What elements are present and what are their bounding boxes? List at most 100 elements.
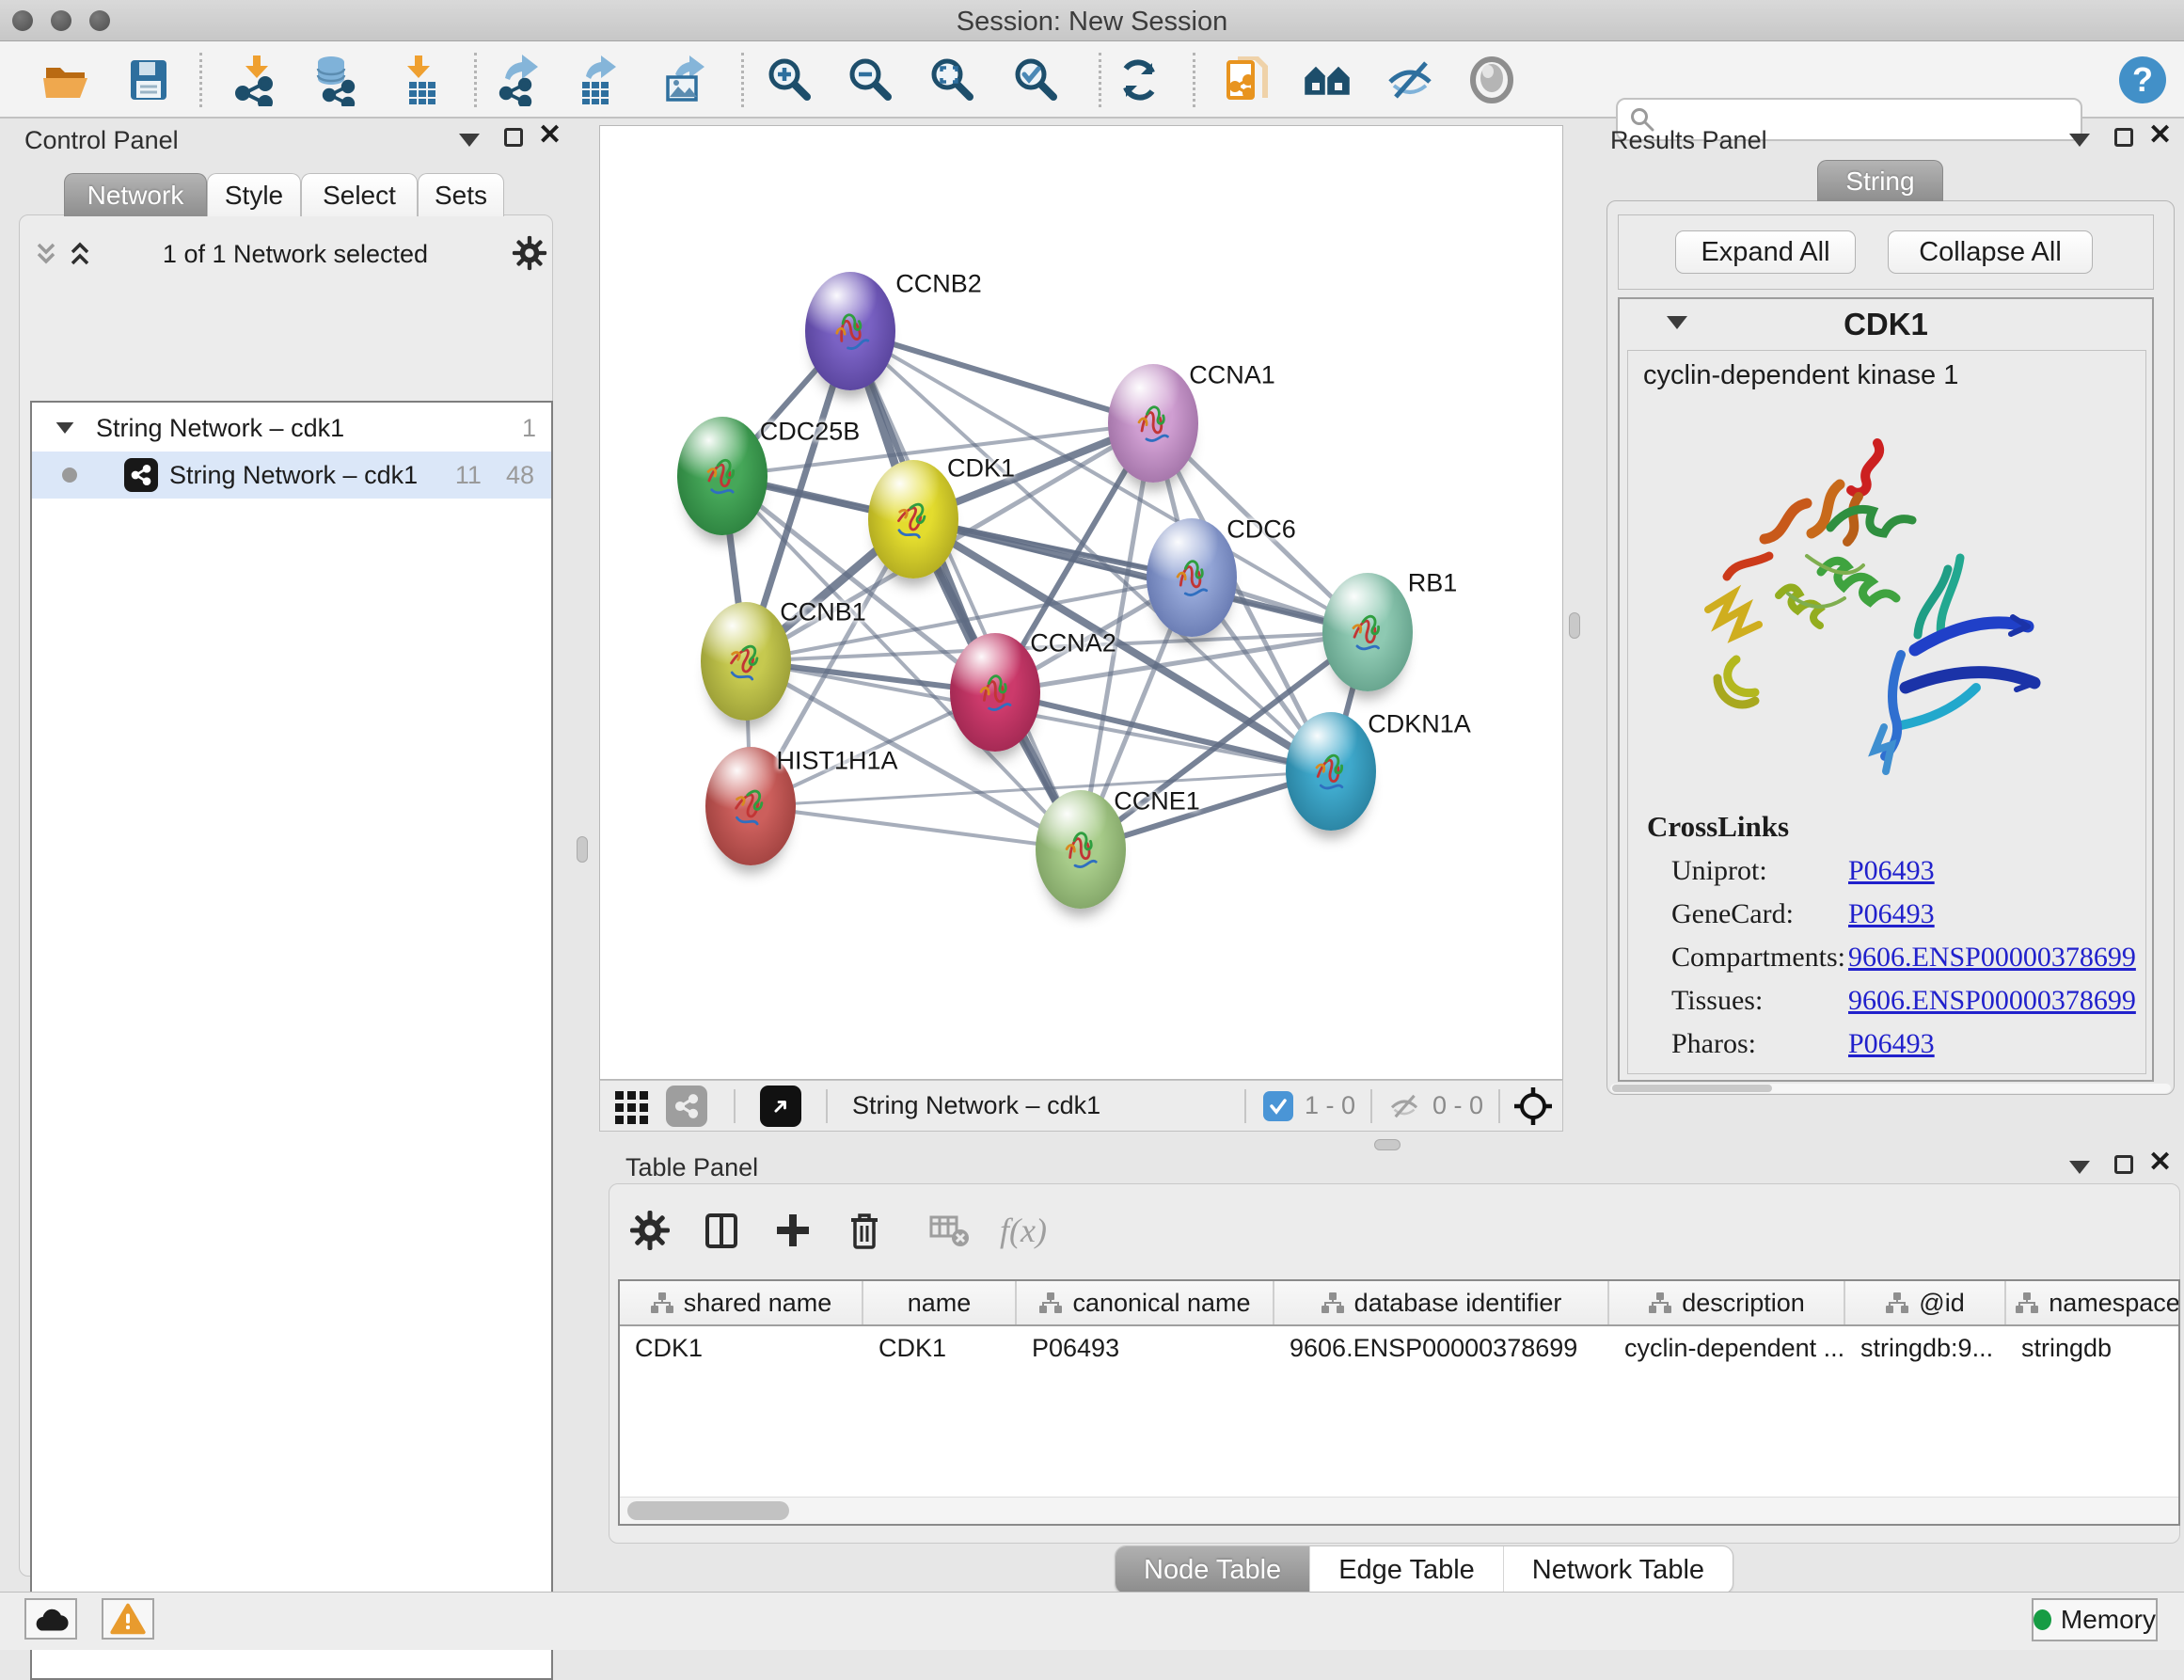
function-builder-button-disabled[interactable]: f(x) — [1000, 1211, 1047, 1250]
export-table-button[interactable] — [569, 50, 629, 110]
network-current-dot-icon — [62, 468, 77, 483]
database-import-icon — [308, 54, 360, 106]
table-cell[interactable]: 9606.ENSP00000378699 — [1274, 1326, 1609, 1370]
crosslink-link[interactable]: P06493 — [1848, 855, 1935, 887]
hide-results-panel-button[interactable] — [1380, 50, 1440, 110]
tab-edge-table[interactable]: Edge Table — [1310, 1546, 1504, 1593]
table-hscrollbar[interactable] — [620, 1497, 2178, 1524]
column-header-namespace[interactable]: namespace — [2006, 1281, 2180, 1324]
tab-string[interactable]: String — [1817, 160, 1943, 201]
table-cell[interactable]: cyclin-dependent ... — [1609, 1326, 1845, 1370]
tab-sets[interactable]: Sets — [418, 173, 504, 216]
tab-select[interactable]: Select — [301, 173, 418, 216]
network-node-CDKN1A[interactable] — [1286, 712, 1376, 831]
grid-view-button[interactable] — [608, 1076, 657, 1136]
network-node-CDC6[interactable] — [1147, 518, 1237, 637]
network-options-button[interactable] — [512, 235, 547, 271]
network-node-RB1[interactable] — [1322, 573, 1413, 691]
left-splitter-handle[interactable] — [577, 836, 588, 863]
zoom-selected-icon — [1010, 54, 1063, 106]
export-image-button[interactable] — [653, 50, 713, 110]
control-panel-close-button[interactable]: ✕ — [538, 126, 562, 145]
network-node-CCNB2[interactable] — [805, 272, 895, 390]
network-node-CCNB1[interactable] — [701, 602, 791, 721]
zoom-in-button[interactable] — [760, 50, 820, 110]
crosslink-link[interactable]: P06493 — [1848, 898, 1935, 930]
table-cell[interactable]: CDK1 — [620, 1326, 863, 1370]
column-header-shared-name[interactable]: shared name — [620, 1281, 863, 1324]
string-home-button[interactable] — [1297, 50, 1357, 110]
crosslink-link[interactable]: 9606.ENSP00000378699 — [1848, 985, 2136, 1017]
zoom-fit-button[interactable] — [923, 50, 983, 110]
table-cell[interactable]: stringdb — [2006, 1326, 2180, 1370]
table-cell[interactable]: CDK1 — [863, 1326, 1017, 1370]
network-node-CCNE1[interactable] — [1036, 790, 1126, 909]
expand-all-button[interactable]: Expand All — [1675, 230, 1856, 274]
network-node-CCNA2[interactable] — [950, 633, 1040, 752]
import-network-from-file-button[interactable] — [226, 50, 286, 110]
zoom-selected-button[interactable] — [1006, 50, 1067, 110]
crosslink-link[interactable]: P06493 — [1848, 1028, 1935, 1060]
zoom-out-button[interactable] — [841, 50, 901, 110]
expand-all-networks-button[interactable] — [66, 241, 94, 267]
results-hscrollbar[interactable] — [1610, 1084, 2171, 1093]
detach-view-button[interactable] — [760, 1086, 801, 1127]
add-column-button[interactable] — [772, 1210, 814, 1251]
delete-table-button-disabled[interactable] — [928, 1212, 970, 1249]
delete-table-icon — [928, 1212, 970, 1249]
tab-node-table[interactable]: Node Table — [1116, 1546, 1310, 1593]
center-view-button[interactable] — [1513, 1086, 1553, 1126]
control-panel-collapse-button[interactable] — [459, 134, 480, 147]
collapse-all-networks-button[interactable] — [32, 241, 60, 267]
import-table-from-file-button[interactable] — [390, 50, 451, 110]
crosslink-link[interactable]: 9606.ENSP00000378699 — [1848, 942, 2136, 974]
selected-checkbox-icon[interactable] — [1263, 1091, 1293, 1121]
column-header--id[interactable]: @id — [1845, 1281, 2006, 1324]
network-node-CDC25B[interactable] — [677, 417, 768, 535]
collection-expand-icon[interactable] — [56, 422, 74, 434]
control-panel-float-button[interactable] — [504, 128, 523, 147]
table-panel-collapse-button[interactable] — [2069, 1161, 2090, 1174]
tab-network-table[interactable]: Network Table — [1504, 1546, 1733, 1593]
network-node-CDK1[interactable] — [868, 460, 958, 578]
table-cell[interactable]: stringdb:9... — [1845, 1326, 2006, 1370]
help-button[interactable]: ? — [2113, 50, 2173, 110]
network-collection-row[interactable]: String Network – cdk1 1 — [32, 404, 551, 452]
column-header-name[interactable]: name — [863, 1281, 1017, 1324]
memory-button[interactable]: Memory — [2032, 1598, 2158, 1641]
crosslink-label: Uniprot: — [1671, 855, 1848, 887]
table-panel-float-button[interactable] — [2114, 1155, 2133, 1174]
table-settings-button[interactable] — [629, 1210, 671, 1251]
column-header-canonical-name[interactable]: canonical name — [1017, 1281, 1274, 1324]
toolbar-separator — [1099, 53, 1101, 107]
import-network-from-database-button[interactable] — [304, 50, 364, 110]
open-session-button[interactable] — [36, 50, 96, 110]
warnings-button[interactable] — [102, 1598, 154, 1640]
network-node-CCNA1[interactable] — [1108, 364, 1198, 483]
results-panel-close-button[interactable]: ✕ — [2148, 126, 2172, 145]
import-string-network-button[interactable] — [1216, 50, 1276, 110]
network-birdseye-button[interactable] — [666, 1086, 707, 1127]
delete-column-button[interactable] — [844, 1210, 885, 1251]
results-panel-collapse-button[interactable] — [2069, 134, 2090, 147]
tab-network[interactable]: Network — [64, 173, 207, 216]
export-network-button[interactable] — [490, 50, 550, 110]
tab-style[interactable]: Style — [207, 173, 301, 216]
show-results-panel-button[interactable] — [1462, 50, 1522, 110]
column-header-description[interactable]: description — [1609, 1281, 1845, 1324]
results-panel-float-button[interactable] — [2114, 128, 2133, 147]
cloud-status-button[interactable] — [24, 1598, 77, 1640]
plus-icon — [772, 1210, 814, 1251]
selected-node-edge-counts: 1 - 0 — [1305, 1091, 1355, 1120]
collapse-all-button[interactable]: Collapse All — [1888, 230, 2093, 274]
table-panel-close-button[interactable]: ✕ — [2148, 1153, 2172, 1172]
table-row[interactable]: CDK1CDK1P064939606.ENSP00000378699cyclin… — [620, 1326, 2178, 1370]
network-row-selected[interactable]: String Network – cdk1 11 48 — [32, 452, 551, 499]
table-cell[interactable]: P06493 — [1017, 1326, 1274, 1370]
save-session-button[interactable] — [119, 50, 179, 110]
network-canvas[interactable]: CCNB2CCNA1CDC25BCDK1CDC6RB1CCNB1CCNA2CDK… — [599, 125, 1563, 1080]
manage-columns-button[interactable] — [701, 1210, 742, 1251]
right-splitter-handle[interactable] — [1569, 612, 1580, 639]
refresh-network-button[interactable] — [1109, 50, 1169, 110]
column-header-database-identifier[interactable]: database identifier — [1274, 1281, 1609, 1324]
